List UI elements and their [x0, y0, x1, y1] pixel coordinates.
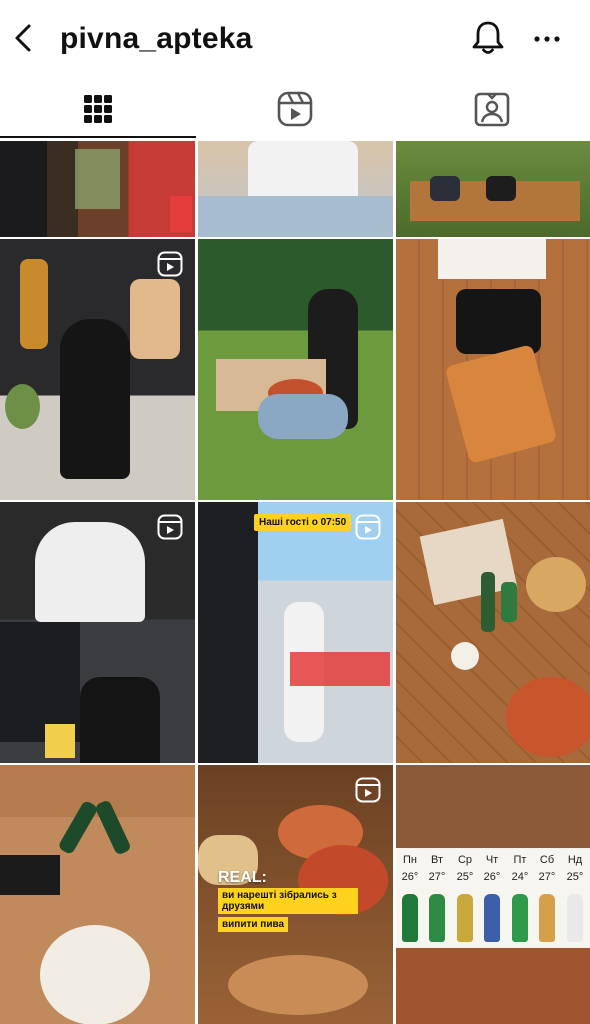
caption-line: випити пива [218, 917, 289, 932]
post-thumbnail[interactable] [396, 239, 590, 500]
post-image-shape [94, 799, 132, 856]
post-image-shape [60, 319, 130, 479]
post-image-shape [40, 925, 150, 1024]
weather-temp: 25° [456, 871, 474, 883]
weather-day: Сб [539, 854, 555, 866]
posts-grid: Наші гості о 07:50 REAL: ви нарешті зібр… [0, 141, 590, 1024]
beer-bottle-icon [512, 894, 528, 942]
reels-icon [355, 777, 381, 803]
chevron-left-icon [15, 24, 31, 52]
post-image-shape [20, 259, 48, 349]
tab-tagged[interactable] [394, 80, 590, 138]
post-thumbnail[interactable] [198, 239, 393, 500]
beer-bottle-icon [484, 894, 500, 942]
weather-day: Ср [457, 854, 473, 866]
reels-icon [277, 91, 313, 127]
post-image-shape [444, 344, 558, 464]
post-image-shape [481, 572, 495, 632]
weather-temp: 24° [511, 871, 529, 883]
post-image-shape [170, 196, 192, 232]
reels-icon [355, 514, 381, 540]
weather-day: Чт [485, 854, 499, 866]
ellipsis-horizontal-icon [534, 36, 560, 42]
post-image-shape [35, 522, 145, 622]
weather-temp: 27° [538, 871, 556, 883]
grid-icon [84, 95, 112, 123]
weather-day: Нд [567, 854, 583, 866]
post-image-shape [80, 677, 160, 763]
weather-day: Пн [403, 854, 417, 866]
post-image-shape [526, 557, 586, 612]
post-image-shape [45, 724, 75, 758]
post-image-shape [506, 677, 590, 757]
weather-temp: 27° [428, 871, 446, 883]
post-image-shape [228, 955, 368, 1015]
post-thumbnail[interactable] [396, 141, 590, 237]
tagged-person-icon [474, 92, 510, 127]
back-button[interactable] [10, 20, 38, 56]
post-image-shape [198, 502, 258, 763]
caption-real: REAL: [218, 869, 267, 886]
weather-day: Пт [513, 854, 527, 866]
post-thumbnail[interactable] [396, 502, 590, 763]
profile-tabs [0, 80, 590, 138]
caption-line: ви нарешті зібрались з друзями [218, 888, 358, 914]
post-image-shape [258, 394, 348, 439]
post-image-shape [451, 642, 479, 670]
post-image-shape [75, 149, 120, 209]
post-thumbnail[interactable]: Наші гості о 07:50 [198, 502, 393, 763]
post-image-shape [486, 176, 516, 201]
tab-reels[interactable] [197, 80, 393, 138]
tab-posts-grid[interactable] [0, 80, 196, 138]
beer-bottle-icon [457, 894, 473, 942]
story-caption-tag: Наші гості о 07:50 [254, 514, 352, 531]
beer-bottle-icon [429, 894, 445, 942]
beer-bottle-icon [539, 894, 555, 942]
weather-day: Вт [430, 854, 443, 866]
weather-temp: 25° [566, 871, 584, 883]
post-image-shape [0, 855, 60, 895]
post-image-shape [57, 799, 99, 856]
post-thumbnail[interactable] [0, 765, 195, 1024]
reels-icon [157, 514, 183, 540]
post-image-shape [501, 582, 517, 622]
story-caption-sticker: REAL: ви нарешті зібрались з друзями вип… [218, 869, 358, 932]
post-image-shape [456, 289, 541, 354]
post-thumbnail[interactable]: Пн Вт Ср Чт Пт Сб Нд 26° 27° 25° 26° 24°… [396, 765, 590, 1024]
profile-username: pivna_apteka [60, 22, 253, 55]
post-thumbnail[interactable] [198, 141, 393, 237]
weather-forecast: Пн Вт Ср Чт Пт Сб Нд 26° 27° 25° 26° 24°… [396, 848, 590, 948]
bell-icon [472, 21, 504, 54]
beer-bottle-icon [567, 894, 583, 942]
notifications-button[interactable] [470, 18, 506, 58]
profile-header: pivna_apteka [0, 0, 590, 80]
more-options-button[interactable] [530, 22, 564, 56]
weather-temp: 26° [483, 871, 501, 883]
post-image-shape [198, 196, 393, 237]
post-image-shape [130, 279, 180, 359]
post-image-shape [438, 239, 546, 279]
post-image-shape [5, 384, 40, 429]
post-thumbnail[interactable]: REAL: ви нарешті зібрались з друзями вип… [198, 765, 393, 1024]
post-image-shape [290, 652, 390, 686]
post-thumbnail[interactable] [0, 239, 195, 500]
weather-temp: 26° [401, 871, 419, 883]
post-image-shape [430, 176, 460, 201]
reels-icon [157, 251, 183, 277]
post-thumbnail[interactable] [0, 502, 195, 763]
post-thumbnail[interactable] [0, 141, 195, 237]
beer-bottle-icon [402, 894, 418, 942]
